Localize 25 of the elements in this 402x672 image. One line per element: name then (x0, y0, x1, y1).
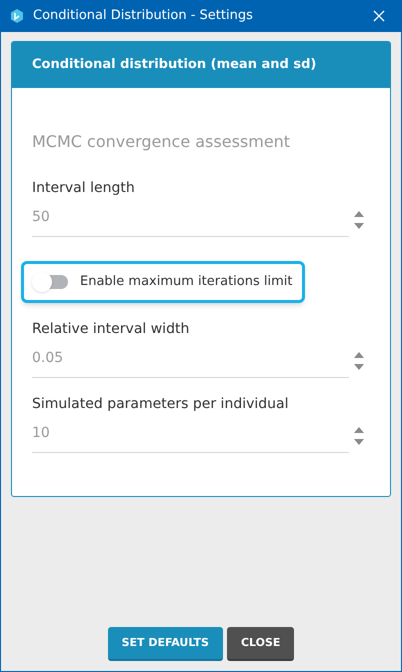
spinner-control[interactable] (354, 427, 364, 445)
spinner-control[interactable] (354, 211, 364, 229)
window-title: Conditional Distribution - Settings (33, 7, 253, 26)
close-button[interactable]: CLOSE (226, 627, 294, 661)
field-label: Interval length (32, 179, 136, 198)
toggle-row[interactable]: Enable maximum iterations limit (21, 261, 305, 303)
decrement-icon[interactable] (354, 223, 364, 229)
increment-icon[interactable] (354, 427, 364, 433)
card-title: Conditional distribution (mean and sd) (32, 56, 316, 74)
toggle-label: Enable maximum iterations limit (80, 273, 292, 292)
set-defaults-button[interactable]: SET DEFAULTS (108, 627, 223, 661)
close-icon[interactable] (373, 10, 385, 22)
increment-icon[interactable] (354, 211, 364, 217)
app-logo-icon (9, 8, 25, 24)
decrement-icon[interactable] (354, 439, 364, 445)
spinner-control[interactable] (354, 352, 364, 370)
increment-icon[interactable] (354, 352, 364, 358)
decrement-icon[interactable] (354, 364, 364, 370)
field-label: Relative interval width (32, 320, 190, 339)
section-title: MCMC convergence assessment (32, 131, 292, 153)
field-label: Simulated parameters per individual (32, 395, 290, 414)
number-field[interactable]: 50 (32, 207, 349, 237)
number-field[interactable]: 10 (32, 423, 349, 453)
toggle-switch[interactable] (34, 275, 68, 289)
number-field[interactable]: 0.05 (32, 348, 349, 378)
